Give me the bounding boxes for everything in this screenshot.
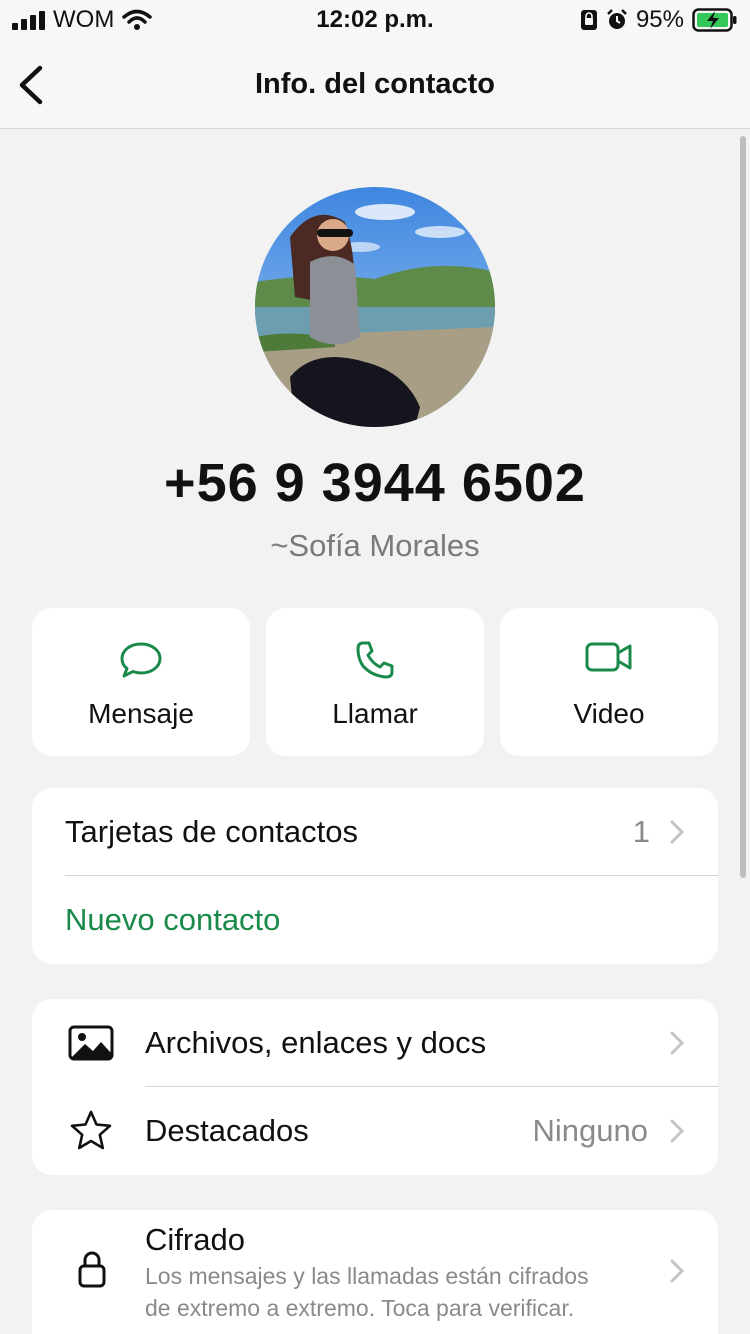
- contact-cards-label: Tarjetas de contactos: [65, 814, 358, 849]
- chevron-right-icon: [670, 1031, 684, 1055]
- starred-value: Ninguno: [532, 1113, 648, 1148]
- call-button[interactable]: Llamar: [266, 608, 484, 756]
- contact-cards-count: 1: [632, 814, 650, 849]
- files-links-docs-row[interactable]: Archivos, enlaces y docs: [32, 999, 718, 1087]
- contact-alias: ~Sofía Morales: [270, 528, 480, 563]
- photo-icon: [68, 1025, 114, 1061]
- files-label: Archivos, enlaces y docs: [145, 1025, 487, 1060]
- lock-rotation-icon: [580, 10, 597, 30]
- new-contact-row[interactable]: Nuevo contacto: [32, 876, 718, 964]
- chat-bubble-icon: [120, 642, 162, 678]
- contact-cards-row[interactable]: Tarjetas de contactos 1: [32, 788, 718, 876]
- starred-label: Destacados: [145, 1113, 309, 1148]
- battery-percent: 95%: [635, 6, 684, 33]
- video-call-button[interactable]: Video: [500, 608, 718, 756]
- star-icon: [70, 1110, 112, 1150]
- encryption-title: Cifrado: [145, 1222, 245, 1257]
- contact-phone-number: +56 9 3944 6502: [164, 453, 586, 513]
- message-button-label: Mensaje: [88, 698, 194, 729]
- message-button[interactable]: Mensaje: [32, 608, 250, 756]
- encryption-row[interactable]: Cifrado Los mensajes y las llamadas está…: [32, 1210, 718, 1334]
- encryption-description-line-1: Los mensajes y las llamadas están cifrad…: [145, 1263, 589, 1289]
- alarm-icon: [607, 9, 627, 29]
- contact-cards-section: Tarjetas de contactos 1 Nuevo contacto: [32, 788, 718, 964]
- starred-row[interactable]: Destacados Ninguno: [32, 1087, 718, 1175]
- page-title: Info. del contacto: [254, 68, 496, 100]
- call-button-label: Llamar: [332, 698, 418, 729]
- new-contact-link[interactable]: Nuevo contacto: [65, 902, 280, 938]
- status-bar: WOM 12:02 p.m. 95%: [0, 0, 750, 42]
- encryption-section: Cifrado Los mensajes y las llamadas está…: [32, 1210, 718, 1334]
- lock-icon: [78, 1251, 106, 1288]
- contact-avatar[interactable]: [255, 187, 495, 427]
- chevron-right-icon: [670, 1259, 684, 1283]
- encryption-description-line-2: de extremo a extremo. Toca para verifica…: [145, 1295, 575, 1321]
- video-button-label: Video: [573, 698, 645, 729]
- battery-charging-icon: [692, 8, 737, 32]
- navigation-bar: Info. del contacto: [0, 42, 750, 129]
- chevron-right-icon: [670, 820, 684, 844]
- phone-icon: [356, 641, 394, 679]
- chevron-right-icon: [670, 1119, 684, 1143]
- media-section: Archivos, enlaces y docs Destacados Ning…: [32, 999, 718, 1175]
- video-camera-icon: [585, 642, 632, 672]
